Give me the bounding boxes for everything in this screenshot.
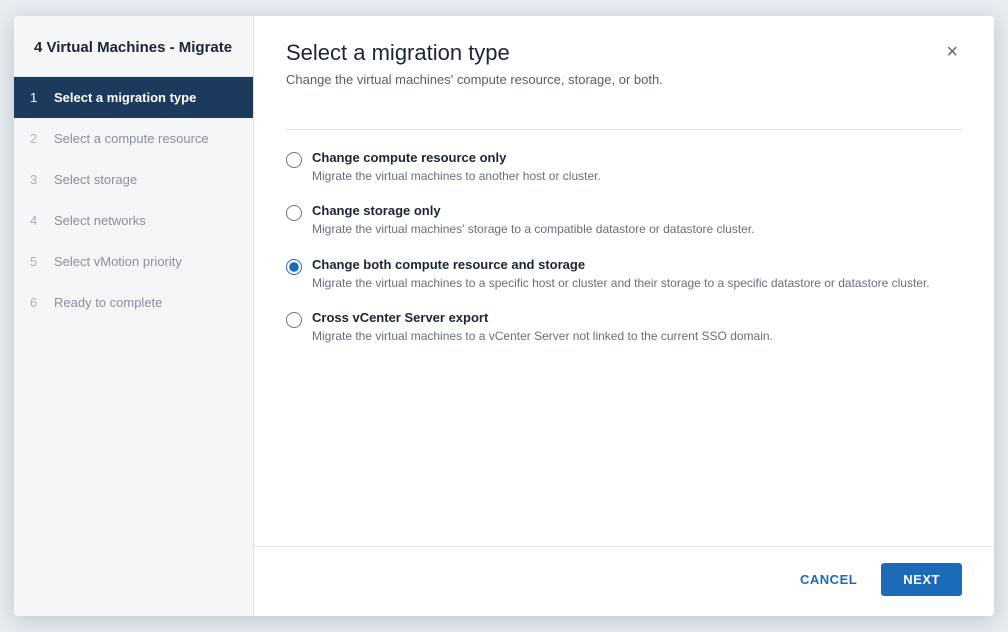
radio-input-opt3[interactable] (286, 259, 302, 275)
sidebar-item-1[interactable]: 1 Select a migration type (14, 77, 253, 118)
radio-content-opt1: Change compute resource only Migrate the… (312, 150, 601, 185)
radio-label-opt3: Change both compute resource and storage (312, 257, 930, 272)
sidebar-item-2[interactable]: 2 Select a compute resource (14, 118, 253, 159)
radio-option-opt2[interactable]: Change storage only Migrate the virtual … (286, 203, 962, 238)
divider (286, 129, 962, 130)
radio-option-opt1[interactable]: Change compute resource only Migrate the… (286, 150, 962, 185)
radio-label-opt1: Change compute resource only (312, 150, 601, 165)
sidebar-item-3[interactable]: 3 Select storage (14, 159, 253, 200)
sidebar-item-label: Select networks (54, 213, 146, 228)
radio-desc-opt4: Migrate the virtual machines to a vCente… (312, 328, 773, 345)
step-number: 4 (30, 213, 46, 228)
sidebar-item-5[interactable]: 5 Select vMotion priority (14, 241, 253, 282)
radio-content-opt2: Change storage only Migrate the virtual … (312, 203, 755, 238)
sidebar-item-label: Select storage (54, 172, 137, 187)
cancel-button[interactable]: CANCEL (788, 564, 869, 595)
radio-input-opt1[interactable] (286, 152, 302, 168)
step-number: 5 (30, 254, 46, 269)
migration-dialog: 4 Virtual Machines - Migrate 1 Select a m… (14, 16, 994, 616)
sidebar-item-4[interactable]: 4 Select networks (14, 200, 253, 241)
radio-option-opt4[interactable]: Cross vCenter Server export Migrate the … (286, 310, 962, 345)
main-body: Change compute resource only Migrate the… (254, 87, 994, 546)
radio-content-opt4: Cross vCenter Server export Migrate the … (312, 310, 773, 345)
main-title: Select a migration type (286, 40, 663, 66)
sidebar-item-label: Ready to complete (54, 295, 162, 310)
step-number: 1 (30, 90, 46, 105)
sidebar-item-6[interactable]: 6 Ready to complete (14, 282, 253, 323)
step-number: 6 (30, 295, 46, 310)
close-button[interactable]: × (942, 42, 962, 62)
radio-desc-opt2: Migrate the virtual machines' storage to… (312, 221, 755, 238)
sidebar-item-label: Select vMotion priority (54, 254, 182, 269)
radio-label-opt4: Cross vCenter Server export (312, 310, 773, 325)
sidebar-item-label: Select a migration type (54, 90, 196, 105)
main-header: Select a migration type Change the virtu… (254, 16, 994, 87)
sidebar: 4 Virtual Machines - Migrate 1 Select a m… (14, 16, 254, 616)
radio-option-opt3[interactable]: Change both compute resource and storage… (286, 257, 962, 292)
main-header-text: Select a migration type Change the virtu… (286, 40, 663, 87)
radio-content-opt3: Change both compute resource and storage… (312, 257, 930, 292)
radio-label-opt2: Change storage only (312, 203, 755, 218)
step-number: 2 (30, 131, 46, 146)
sidebar-item-label: Select a compute resource (54, 131, 209, 146)
radio-desc-opt1: Migrate the virtual machines to another … (312, 168, 601, 185)
radio-input-opt4[interactable] (286, 312, 302, 328)
radio-input-opt2[interactable] (286, 205, 302, 221)
step-number: 3 (30, 172, 46, 187)
next-button[interactable]: NEXT (881, 563, 962, 596)
main-panel: Select a migration type Change the virtu… (254, 16, 994, 616)
main-subtitle: Change the virtual machines' compute res… (286, 72, 663, 87)
main-footer: CANCEL NEXT (254, 546, 994, 616)
dialog-title: 4 Virtual Machines - Migrate (14, 16, 253, 77)
radio-desc-opt3: Migrate the virtual machines to a specif… (312, 275, 930, 292)
